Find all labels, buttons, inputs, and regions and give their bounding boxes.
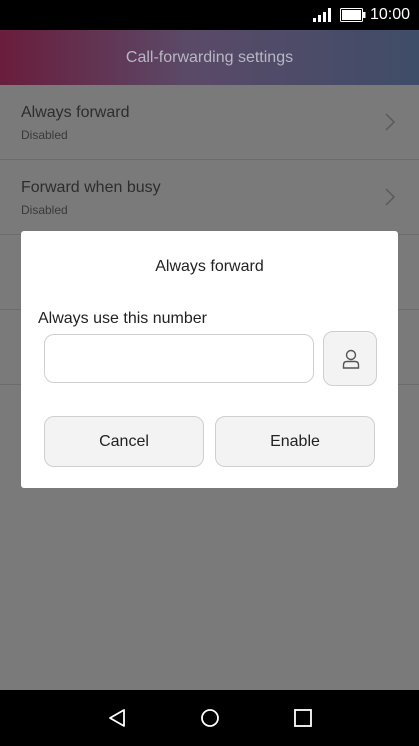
- signal-icon: [313, 8, 331, 22]
- number-field-label: Always use this number: [38, 310, 207, 327]
- battery-icon: [340, 8, 366, 22]
- cancel-button[interactable]: Cancel: [44, 416, 204, 467]
- phone-number-input[interactable]: [44, 334, 314, 383]
- navigation-bar: [0, 690, 419, 746]
- enable-button[interactable]: Enable: [215, 416, 375, 467]
- list-item-status: Disabled: [21, 128, 68, 142]
- back-icon[interactable]: [107, 708, 127, 728]
- chevron-right-icon: [385, 188, 396, 206]
- list-item-status: Disabled: [21, 203, 68, 217]
- status-bar: 10:00: [0, 0, 419, 30]
- contacts-button[interactable]: [323, 331, 377, 386]
- chevron-right-icon: [385, 113, 396, 131]
- recents-icon[interactable]: [293, 708, 313, 728]
- clock: 10:00: [370, 6, 411, 23]
- always-forward-dialog: Always forward Always use this number Ca…: [21, 231, 398, 488]
- list-item-label: Always forward: [21, 104, 130, 121]
- page-title: Call-forwarding settings: [125, 49, 294, 66]
- list-item-always-forward[interactable]: Always forward Disabled: [0, 85, 419, 160]
- list-item-label: Forward when busy: [21, 179, 161, 196]
- list-item-forward-when-busy[interactable]: Forward when busy Disabled: [0, 160, 419, 235]
- dialog-title: Always forward: [155, 258, 264, 275]
- person-icon: [342, 349, 360, 369]
- app-header: Call-forwarding settings: [0, 30, 419, 85]
- home-icon[interactable]: [200, 708, 220, 728]
